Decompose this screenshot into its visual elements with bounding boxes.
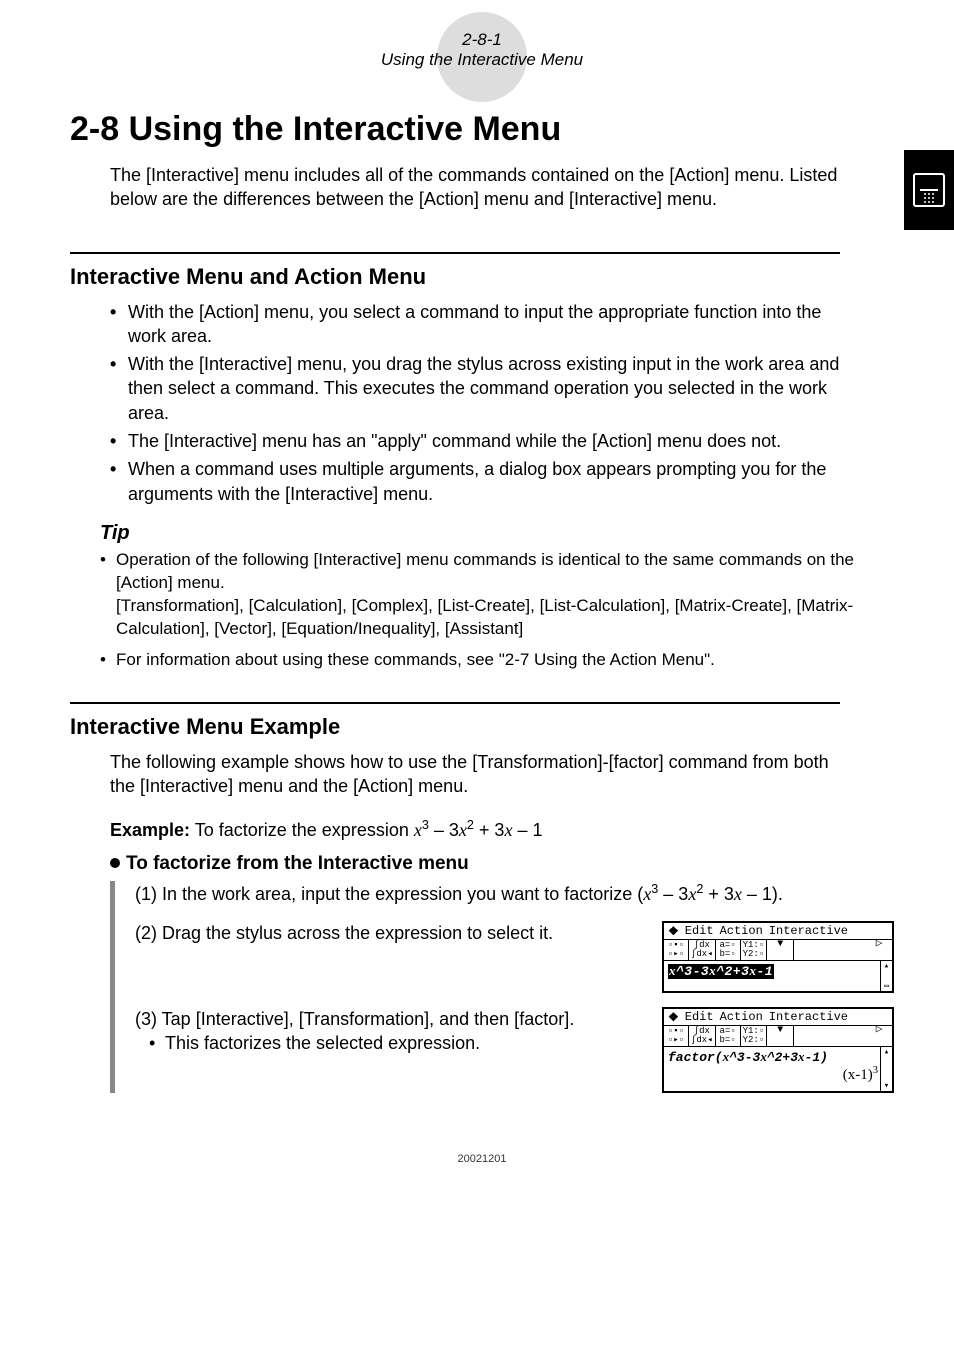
menu-interactive: Interactive: [769, 1010, 848, 1024]
tip-item: Operation of the following [Interactive]…: [100, 549, 870, 641]
bullet-item: The [Interactive] menu has an "apply" co…: [110, 429, 850, 453]
menu-action: Action: [720, 924, 763, 938]
tip-label: Tip: [100, 522, 894, 545]
menu-edit: Edit: [685, 924, 714, 938]
page-header: 2-8-1 Using the Interactive Menu: [70, 30, 894, 70]
tip-text: Operation of the following [Interactive]…: [116, 550, 854, 592]
footer-date: 20021201: [70, 1153, 894, 1165]
divider: [70, 702, 840, 704]
calculator-screenshot-1: ❖ Edit Action Interactive ▫▪▫▫▸▫ ∫dx∫dx◂…: [662, 921, 894, 993]
menu-action: Action: [720, 1010, 763, 1024]
section2-intro: The following example shows how to use t…: [110, 750, 850, 799]
side-tab-icon: [904, 150, 954, 230]
divider: [70, 252, 840, 254]
intro-paragraph: The [Interactive] menu includes all of t…: [110, 163, 850, 212]
steps-container: (1) In the work area, input the expressi…: [110, 881, 894, 1092]
step-1: (1) In the work area, input the expressi…: [135, 881, 894, 906]
step-3-sub: This factorizes the selected expression.: [135, 1031, 642, 1055]
bullet-item: With the [Interactive] menu, you drag th…: [110, 352, 850, 425]
menu-icon: ❖: [668, 924, 679, 938]
step-2: (2) Drag the stylus across the expressio…: [135, 921, 642, 945]
example-label: Example:: [110, 820, 190, 840]
step-3: (3) Tap [Interactive], [Transformation],…: [135, 1007, 642, 1056]
scrollbar: ▴▾: [880, 1047, 892, 1091]
menu-edit: Edit: [685, 1010, 714, 1024]
section1-bullets: With the [Action] menu, you select a com…: [110, 300, 850, 506]
tip-item: For information about using these comman…: [100, 649, 870, 672]
calculator-icon: [913, 173, 945, 207]
menu-icon: ❖: [668, 1010, 679, 1024]
calc-toolbar: ▫▪▫▫▸▫ ∫dx∫dx◂ a=▫b=▫ Y1:▫Y2:▫ ▼ ▷: [664, 940, 892, 961]
example-line: Example: To factorize the expression x3 …: [110, 818, 894, 841]
calculator-screenshot-2: ❖ Edit Action Interactive ▫▪▫▫▸▫ ∫dx∫dx◂…: [662, 1007, 894, 1093]
selected-expression: x^3-3x^2+3x-1: [668, 964, 774, 979]
factor-expression: factor(x^3-3x^2+3x-1): [668, 1049, 880, 1065]
calc-toolbar: ▫▪▫▫▸▫ ∫dx∫dx◂ a=▫b=▫ Y1:▫Y2:▫ ▼ ▷: [664, 1026, 892, 1047]
scrollbar: ▴▭: [880, 961, 892, 991]
chevron-right-icon: ▷: [866, 940, 892, 960]
chevron-down-icon: ▼: [767, 940, 794, 960]
chevron-down-icon: ▼: [767, 1026, 794, 1046]
page-title: 2-8 Using the Interactive Menu: [70, 110, 894, 149]
bullet-item: When a command uses multiple arguments, …: [110, 457, 850, 506]
tip-list: Operation of the following [Interactive]…: [100, 549, 870, 672]
header-page-ref: 2-8-1: [381, 30, 583, 50]
subhead: To factorize from the Interactive menu: [110, 853, 894, 875]
example-text: To factorize the expression: [195, 820, 414, 840]
tip-sub: [Transformation], [Calculation], [Comple…: [116, 595, 870, 641]
bullet-item: With the [Action] menu, you select a com…: [110, 300, 850, 349]
menu-interactive: Interactive: [769, 924, 848, 938]
section1-heading: Interactive Menu and Action Menu: [70, 264, 894, 290]
header-section-title: Using the Interactive Menu: [381, 50, 583, 70]
section2-heading: Interactive Menu Example: [70, 714, 894, 740]
bullet-icon: [110, 858, 120, 868]
chevron-right-icon: ▷: [866, 1026, 892, 1046]
factor-result: (x-1)3: [668, 1065, 880, 1084]
